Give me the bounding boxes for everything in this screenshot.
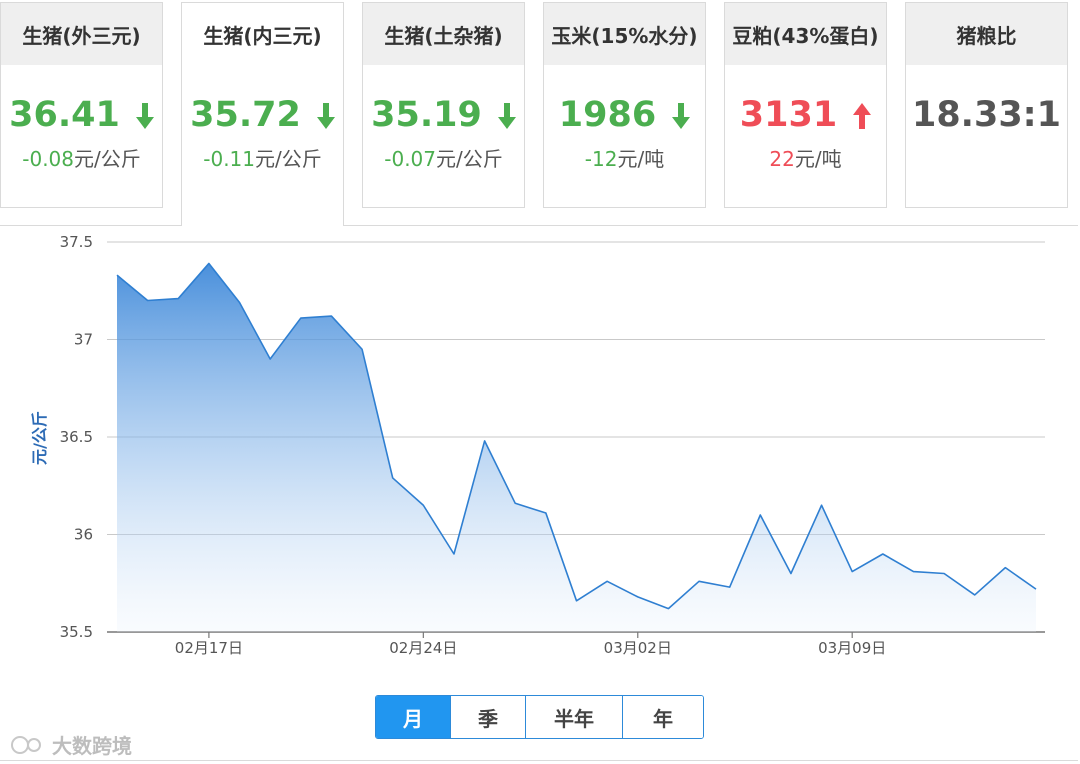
watermark: 大数跨境 [10,730,132,759]
data-point [268,357,272,361]
data-point [820,503,824,507]
y-axis-title: 元/公斤 [30,411,49,465]
data-point [605,579,609,583]
data-point [666,607,670,611]
data-point [911,570,915,574]
data-point [483,439,487,443]
x-tick-label: 02月24日 [389,639,457,657]
data-point [207,261,211,265]
data-point [238,300,242,304]
data-point [115,273,119,277]
data-point [973,593,977,597]
data-point [299,316,303,320]
price-area-chart: 35.5 36 36.5 37 37.5 02月17日 02月24日 03月02日 03月09日 [60,233,1045,657]
data-point [850,570,854,574]
data-point [329,314,333,318]
tab-change: -0.11元/公斤 [182,143,343,172]
data-point [360,347,364,351]
data-point [636,595,640,599]
area-fill [117,263,1036,632]
data-point [1003,566,1007,570]
tab-2[interactable]: 生猪(内三元) 35.72 -0.11元/公斤 [181,2,344,226]
watermark-text: 大数跨境 [52,734,132,758]
arrow-down-icon [316,103,335,129]
data-point [697,579,701,583]
data-point [575,599,579,603]
data-point [942,572,946,576]
range-button-1[interactable]: 月 [376,696,450,738]
y-tick-label: 37.5 [60,233,93,251]
data-point [1034,587,1038,591]
data-point [544,511,548,515]
data-point [452,552,456,556]
data-point [881,552,885,556]
range-button-3[interactable]: 半年 [525,696,622,738]
tab-title: 生猪(内三元) [182,3,343,65]
change-unit: 元/公斤 [255,147,322,171]
data-point [758,513,762,517]
range-button-4[interactable]: 年 [622,696,703,738]
y-tick-label: 36.5 [60,428,93,446]
data-point [789,572,793,576]
data-point [421,503,425,507]
data-point [176,297,180,301]
data-point [146,299,150,303]
price-value: 35.72 [190,95,301,135]
data-point [728,585,732,589]
y-tick-label: 35.5 [60,623,93,641]
range-button-2[interactable]: 季 [450,696,525,738]
x-tick-label: 03月09日 [818,639,886,657]
y-tick-label: 36 [74,526,93,544]
x-tick-label: 02月17日 [175,639,243,657]
x-tick-label: 03月02日 [604,639,672,657]
y-tick-label: 37 [74,331,93,349]
change-value: -0.11 [203,147,255,171]
tab-price: 35.72 [182,93,343,137]
data-point [391,476,395,480]
watermark-logo-icon [11,735,41,754]
data-point [513,501,517,505]
range-selector: 月季半年年 [375,695,704,739]
